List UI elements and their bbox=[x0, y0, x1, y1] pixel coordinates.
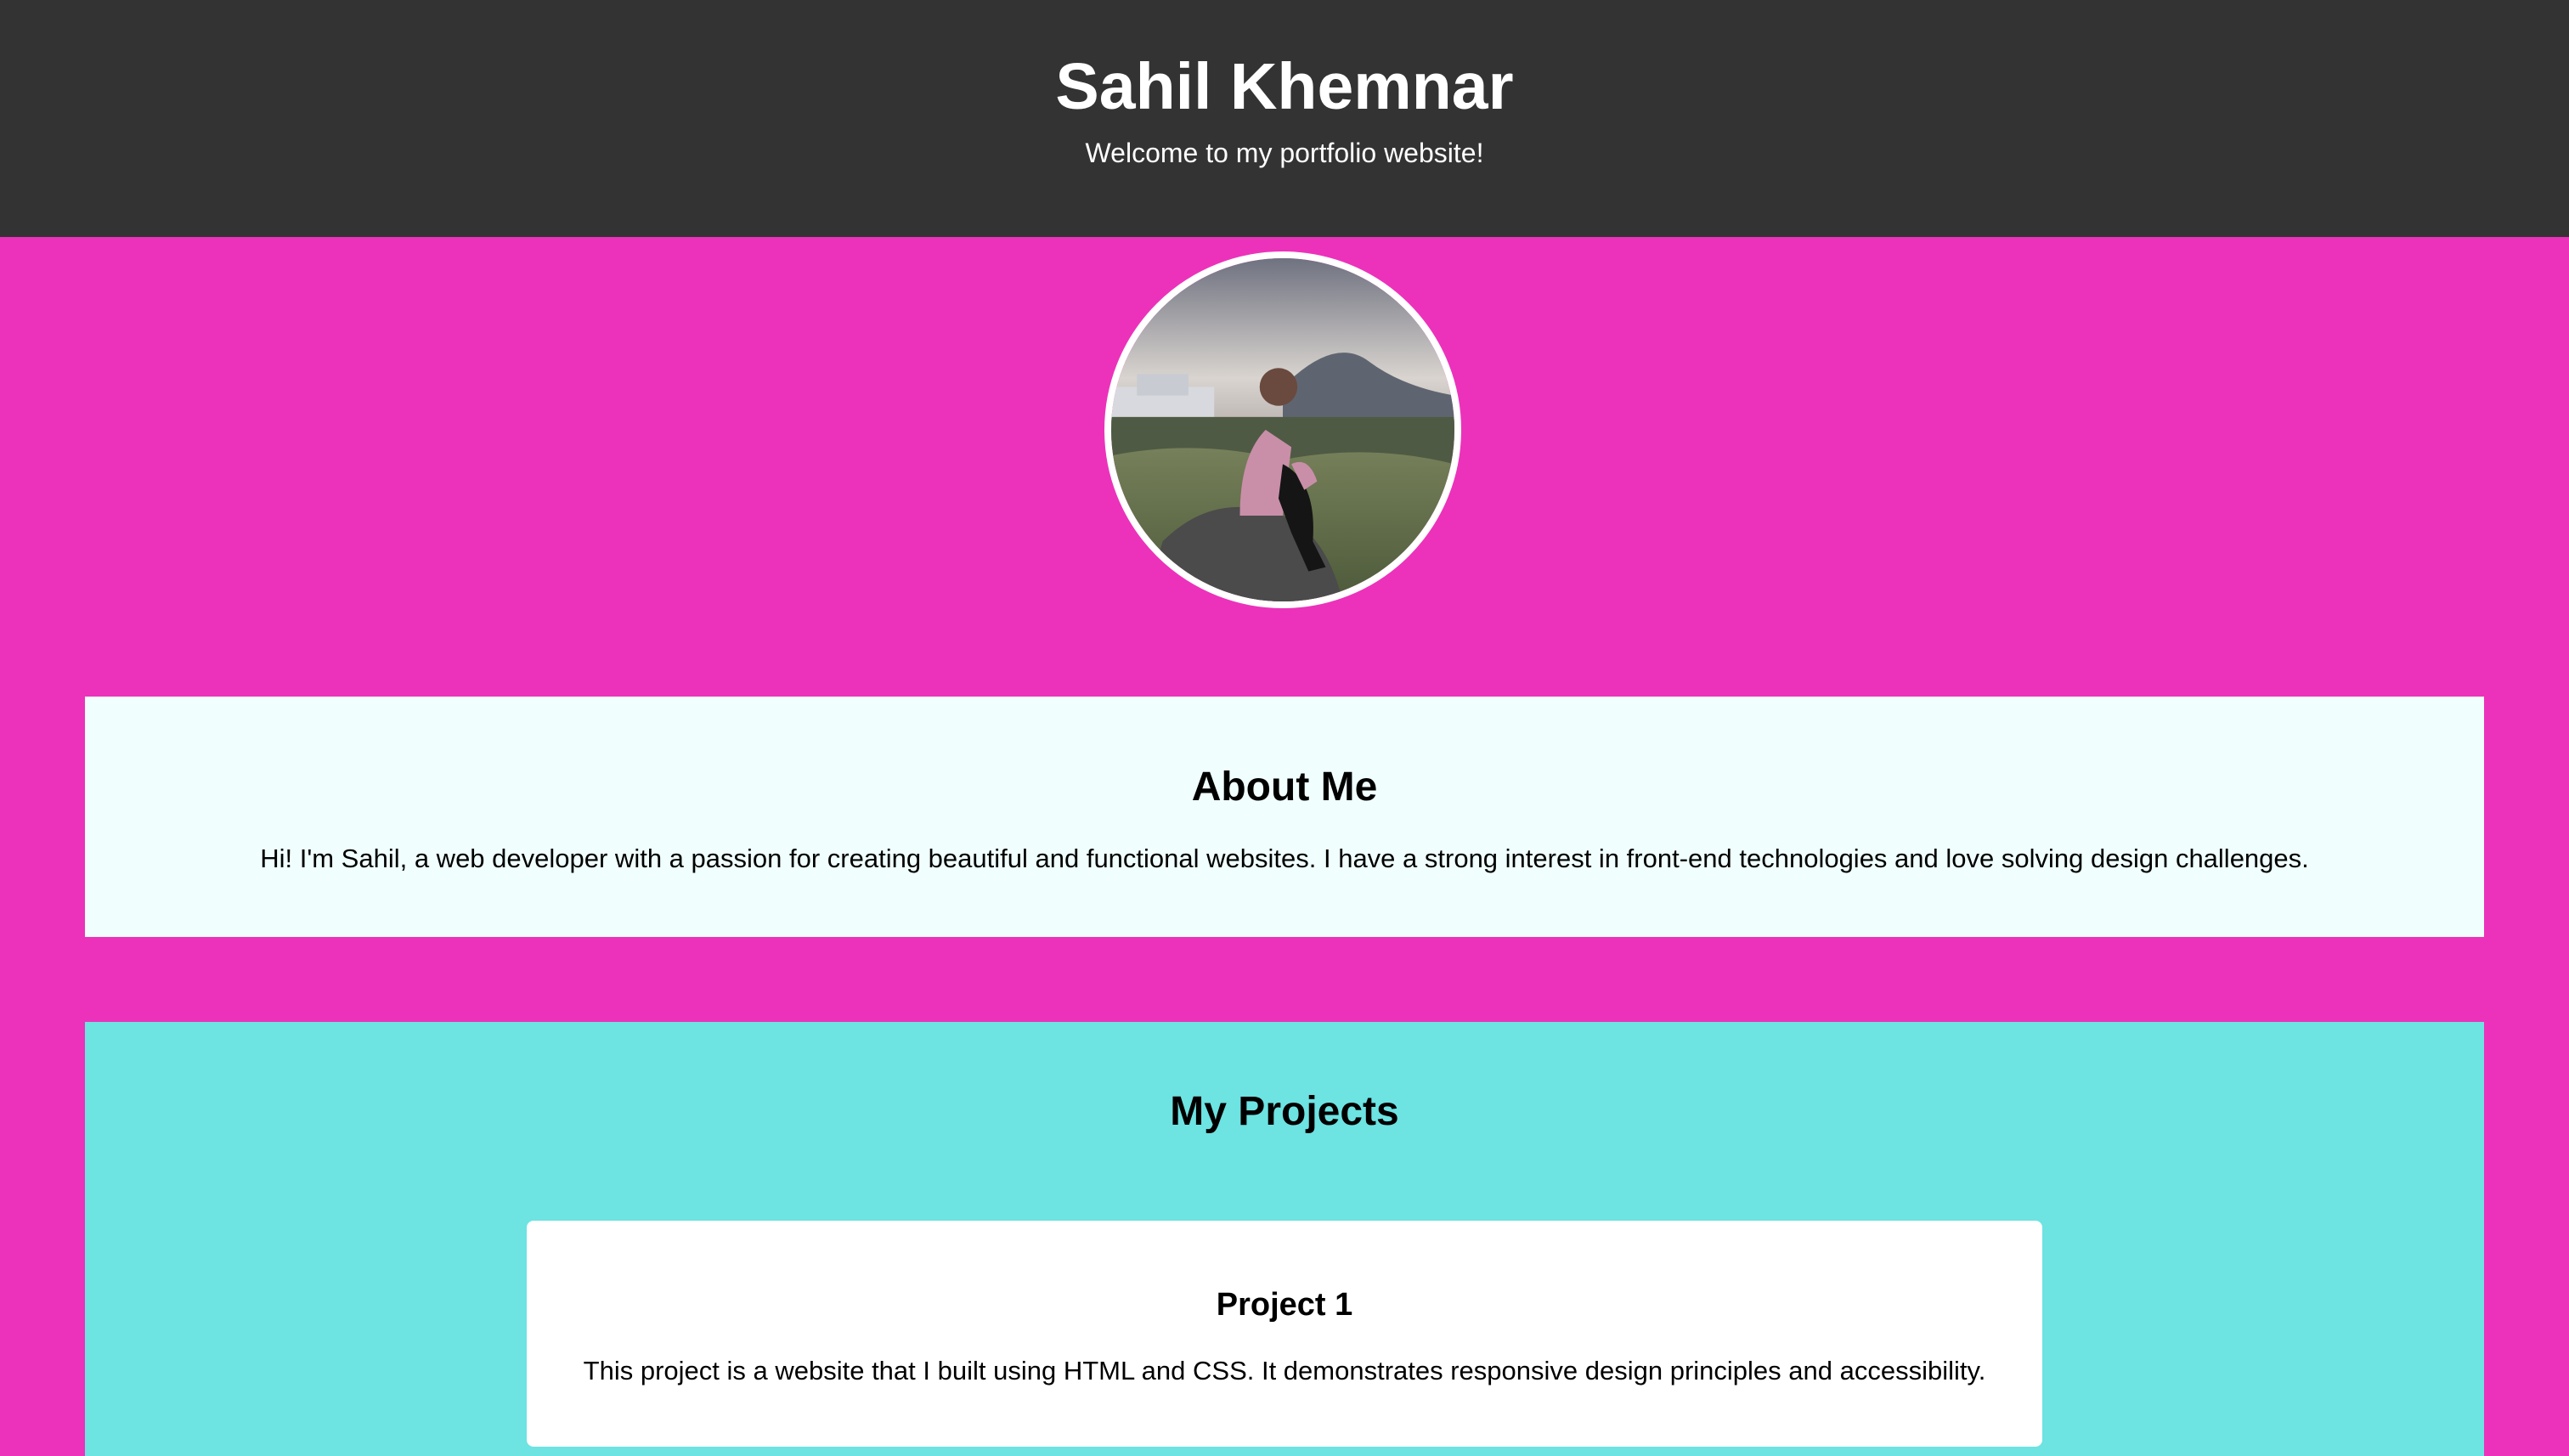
site-header: Sahil Khemnar Welcome to my portfolio we… bbox=[0, 0, 2569, 237]
site-title: Sahil Khemnar bbox=[1055, 50, 1514, 123]
about-heading: About Me bbox=[1191, 765, 1378, 810]
profile-photo-image bbox=[1111, 258, 1454, 601]
projects-heading: My Projects bbox=[1170, 1089, 1399, 1134]
project-title: Project 1 bbox=[1216, 1287, 1353, 1323]
about-section bbox=[85, 697, 2484, 937]
project-card bbox=[527, 1221, 2042, 1447]
profile-photo bbox=[1104, 251, 1461, 608]
about-text: Hi! I'm Sahil, a web developer with a pa… bbox=[260, 844, 2309, 873]
site-subtitle: Welcome to my portfolio website! bbox=[1085, 138, 1484, 168]
project-description: This project is a website that I built u… bbox=[583, 1356, 1986, 1385]
